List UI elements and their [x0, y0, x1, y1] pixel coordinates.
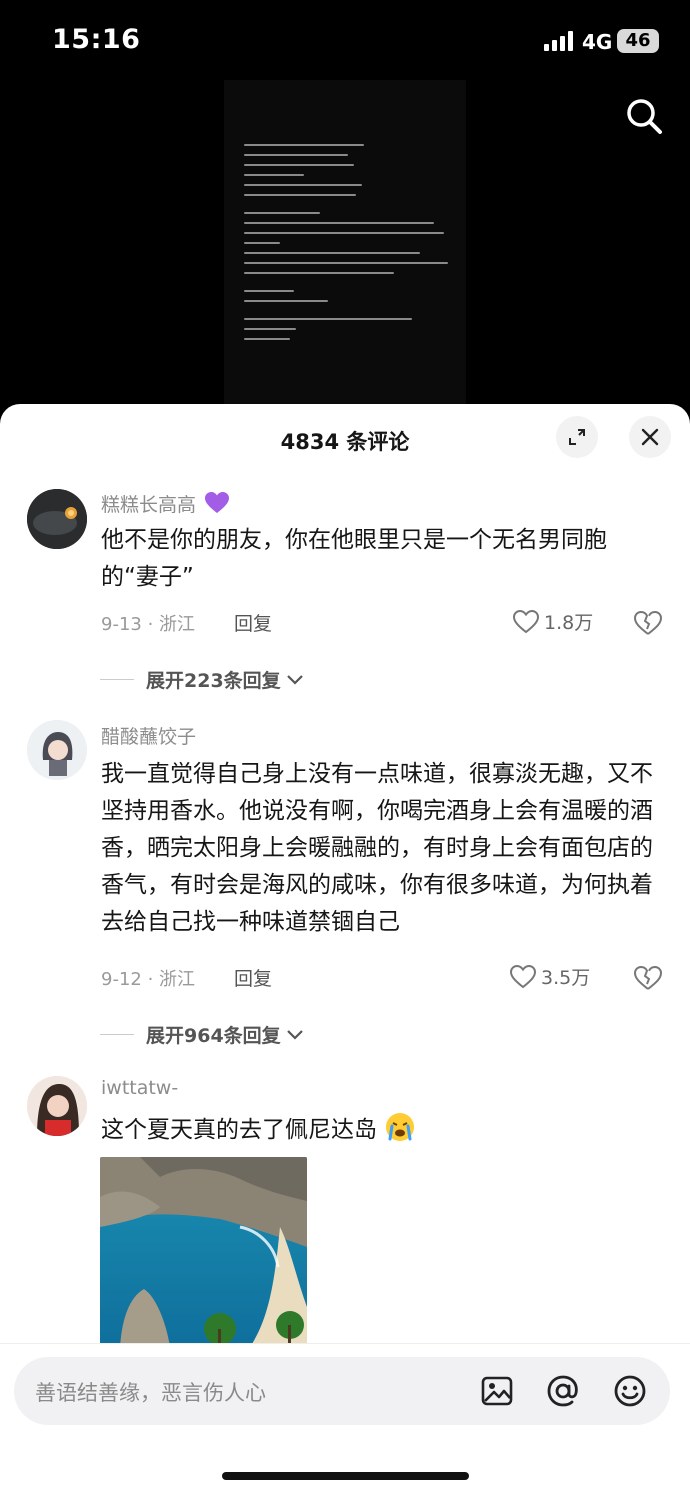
expand-sheet-button[interactable]	[556, 416, 598, 458]
video-preview[interactable]	[224, 80, 466, 404]
close-sheet-button[interactable]	[629, 416, 671, 458]
like-count: 1.8万	[544, 612, 594, 634]
heart-outline-icon	[512, 609, 540, 633]
comment-sheet: 4834 条评论 糕糕长高高 他不是你的朋友，你在他眼里只是一个无名男同胞的“妻…	[0, 404, 690, 1493]
like-button[interactable]: 3.5万	[509, 963, 590, 990]
chevron-down-icon	[286, 1029, 303, 1040]
username[interactable]: iwttatw-	[101, 1077, 178, 1099]
comment-text: 我一直觉得自己身上没有一点味道，很寡淡无趣，又不坚持用香水。他说没有啊，你喝完酒…	[101, 761, 653, 935]
status-time: 15:16	[52, 24, 141, 55]
username[interactable]: 醋酸蘸饺子	[101, 722, 196, 749]
screen: 15:16 4G 46 4834 条评论 糕糕长高高 他不是你的朋友，你在他眼里…	[0, 0, 690, 1493]
comment-input[interactable]: 善语结善缘，恶言伤人心	[14, 1357, 670, 1425]
image-icon[interactable]	[479, 1373, 515, 1409]
username[interactable]: 糕糕长高高	[101, 490, 230, 517]
avatar[interactable]	[27, 720, 87, 780]
expand-replies-button[interactable]: 展开223条回复	[100, 666, 305, 693]
close-icon	[641, 428, 659, 446]
network-type: 4G	[582, 30, 613, 54]
mention-icon[interactable]	[545, 1373, 581, 1409]
crying-face-icon	[386, 1113, 415, 1141]
heart-outline-icon	[509, 964, 537, 988]
comment-text: 他不是你的朋友，你在他眼里只是一个无名男同胞的“妻子”	[101, 527, 607, 590]
comment-image[interactable]	[100, 1157, 307, 1347]
avatar[interactable]	[27, 489, 87, 549]
status-bar: 15:16 4G 46	[0, 0, 690, 84]
reply-button[interactable]: 回复	[234, 609, 272, 636]
expand-replies-button[interactable]: 展开964条回复	[100, 1021, 305, 1048]
dislike-icon[interactable]	[633, 609, 663, 637]
comment-input-bar: 善语结善缘，恶言伤人心	[0, 1343, 690, 1493]
like-button[interactable]: 1.8万	[512, 608, 593, 635]
search-icon[interactable]	[624, 96, 664, 136]
expand-icon	[569, 429, 585, 445]
emoji-icon[interactable]	[612, 1373, 648, 1409]
comment-text: 这个夏天真的去了佩尼达岛	[101, 1111, 661, 1149]
chevron-down-icon	[286, 674, 303, 685]
input-placeholder: 善语结善缘，恶言伤人心	[35, 1381, 266, 1405]
avatar[interactable]	[27, 1076, 87, 1136]
like-count: 3.5万	[541, 967, 591, 989]
reply-button[interactable]: 回复	[234, 964, 272, 991]
dislike-icon[interactable]	[633, 964, 663, 992]
home-indicator[interactable]	[222, 1472, 469, 1480]
battery-indicator: 46	[617, 29, 659, 53]
purple-heart-icon	[205, 492, 230, 513]
comment-meta: 9-12 · 浙江	[101, 969, 196, 990]
signal-icon	[544, 31, 574, 51]
comment-meta: 9-13 · 浙江	[101, 614, 196, 635]
